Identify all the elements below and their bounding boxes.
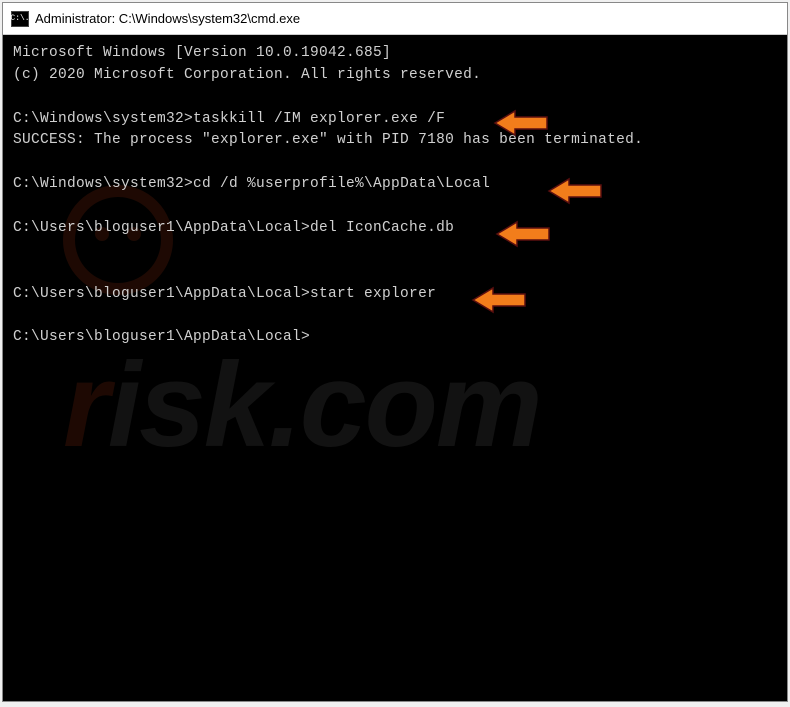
terminal-blank [13,87,777,109]
terminal-line: C:\Windows\system32>cd /d %userprofile%\… [13,174,777,196]
terminal-body[interactable]: risk.com Microsoft Windows [Version 10.0… [3,35,787,701]
command: del IconCache.db [310,220,454,236]
cmd-icon: C:\. [11,11,29,27]
terminal-line: (c) 2020 Microsoft Corporation. All righ… [13,65,777,87]
prompt: C:\Windows\system32> [13,111,193,127]
terminal-line: C:\Users\bloguser1\AppData\Local>start e… [13,284,777,306]
terminal-blank [13,152,777,174]
arrow-annotation-icon [547,175,603,207]
terminal-blank [13,240,777,262]
arrow-annotation-icon [495,218,551,250]
command: start explorer [310,286,436,302]
terminal-blank [13,262,777,284]
terminal-line: Microsoft Windows [Version 10.0.19042.68… [13,43,777,65]
command: cd /d %userprofile%\AppData\Local [193,176,490,192]
terminal-blank [13,305,777,327]
terminal-line: C:\Windows\system32>taskkill /IM explore… [13,109,777,131]
terminal-line: C:\Users\bloguser1\AppData\Local> [13,327,777,349]
prompt: C:\Windows\system32> [13,176,193,192]
cmd-window: C:\. Administrator: C:\Windows\system32\… [2,2,788,702]
terminal-line: C:\Users\bloguser1\AppData\Local>del Ico… [13,218,777,240]
prompt: C:\Users\bloguser1\AppData\Local> [13,329,310,345]
terminal-line: SUCCESS: The process "explorer.exe" with… [13,130,777,152]
cmd-icon-label: C:\. [10,15,29,23]
prompt: C:\Users\bloguser1\AppData\Local> [13,286,310,302]
command: taskkill /IM explorer.exe /F [193,111,445,127]
terminal-blank [13,196,777,218]
arrow-annotation-icon [493,107,549,139]
prompt: C:\Users\bloguser1\AppData\Local> [13,220,310,236]
titlebar[interactable]: C:\. Administrator: C:\Windows\system32\… [3,3,787,35]
arrow-annotation-icon [471,284,527,316]
window-title: Administrator: C:\Windows\system32\cmd.e… [35,11,300,26]
